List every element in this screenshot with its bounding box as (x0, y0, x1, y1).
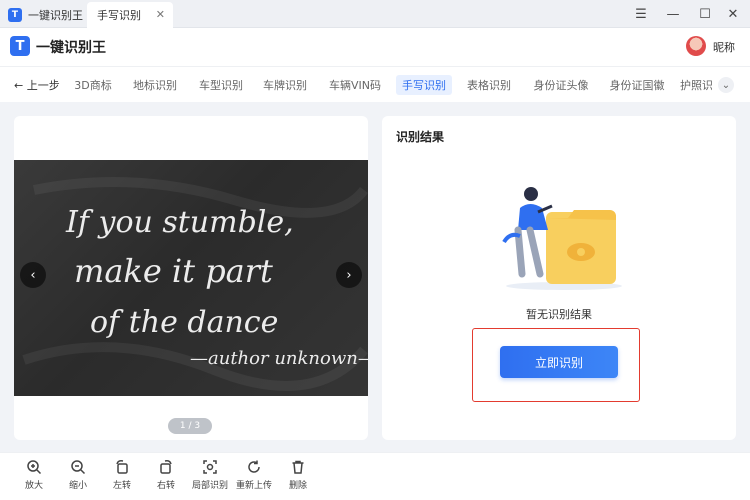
chevron-down-icon[interactable]: ⌄ (718, 77, 734, 93)
function-nav: ← 上一步 3D商标 地标识别 车型识别 车牌识别 车辆VIN码 手写识别 表格… (0, 66, 750, 102)
empty-result-illustration (502, 187, 622, 290)
menu-icon[interactable]: ☰ (624, 0, 658, 28)
app-logo: T (10, 36, 30, 56)
arrow-left-icon: ← (14, 79, 24, 92)
chalk-handwriting: If you stumble, make it part of the danc… (22, 177, 368, 391)
page-indicator: 1 / 3 (168, 418, 212, 434)
tab-handwriting[interactable]: 手写识别 ✕ (87, 2, 173, 28)
prev-image-button[interactable]: ‹ (20, 262, 46, 288)
partial-scan-button[interactable]: 局部识别 (190, 459, 230, 495)
rotate-right-label: 右转 (156, 481, 175, 491)
chalk-line-3: of the dance (90, 305, 278, 340)
avatar[interactable] (686, 36, 706, 56)
back-button[interactable]: ← 上一步 (14, 77, 60, 93)
rotate-left-label: 左转 (112, 481, 131, 491)
nav-item-vin[interactable]: 车辆VIN码 (326, 75, 384, 95)
trash-icon (292, 460, 304, 474)
chalk-line-1: If you stumble, (65, 205, 294, 240)
chevron-right-icon: › (346, 267, 352, 283)
back-label: 上一步 (26, 79, 60, 92)
nav-item-landmark[interactable]: 地标识别 (130, 75, 180, 95)
rotate-left-button[interactable]: 左转 (102, 459, 142, 495)
rotate-right-button[interactable]: 右转 (146, 459, 186, 495)
zoom-in-label: 放大 (24, 481, 43, 491)
nickname[interactable]: 昵称 (713, 39, 735, 55)
chevron-left-icon: ‹ (30, 267, 36, 283)
nav-item-license-plate[interactable]: 车牌识别 (260, 75, 310, 95)
next-image-button[interactable]: › (336, 262, 362, 288)
nav-item-id-portrait[interactable]: 身份证头像 (530, 75, 592, 95)
app-header: T 一键识别王 昵称 (0, 28, 750, 66)
zoom-out-icon (71, 460, 86, 475)
close-window-button[interactable]: ✕ (716, 0, 750, 28)
reupload-button[interactable]: 重新上传 (234, 459, 274, 495)
app-title: 一键识别王 (36, 40, 106, 56)
rotate-left-icon (116, 460, 128, 474)
nav-item-car-model[interactable]: 车型识别 (196, 75, 246, 95)
delete-button[interactable]: 删除 (278, 459, 318, 495)
bottom-toolbar: 放大 缩小 左转 右转 局部识别 重新上传 删除 (0, 452, 750, 500)
image-preview-panel: If you stumble, make it part of the danc… (14, 116, 368, 440)
nav-item-handwriting[interactable]: 手写识别 (396, 75, 452, 95)
recognize-now-button[interactable]: 立即识别 (500, 346, 618, 378)
reupload-label: 重新上传 (235, 481, 272, 491)
tab-handwriting-label: 手写识别 (97, 9, 141, 22)
chalk-line-2: make it part (74, 252, 273, 290)
chalkboard-image: If you stumble, make it part of the danc… (14, 160, 368, 396)
delete-label: 删除 (288, 481, 307, 491)
empty-result-text: 暂无识别结果 (526, 308, 592, 321)
rotate-right-icon (160, 460, 172, 474)
close-tab-icon[interactable]: ✕ (156, 8, 165, 21)
tab-home-label: 一键识别王 (28, 9, 83, 22)
zoom-in-icon (27, 460, 42, 475)
partial-scan-label: 局部识别 (191, 481, 228, 491)
zoom-in-button[interactable]: 放大 (14, 459, 54, 495)
nav-item-3d-trademark[interactable]: 3D商标 (72, 75, 114, 95)
nav-item-id-emblem[interactable]: 身份证国徽 (606, 75, 668, 95)
tab-home[interactable]: T 一键识别王 (8, 2, 83, 28)
minimize-button[interactable]: — (656, 0, 690, 28)
nav-item-passport[interactable]: 护照识 (680, 75, 712, 95)
result-title: 识别结果 (396, 130, 445, 144)
title-bar: T 一键识别王 手写识别 ✕ ☰ — ☐ ✕ (0, 0, 750, 28)
chalk-line-4: —author unknown— (190, 348, 368, 369)
zoom-out-button[interactable]: 缩小 (58, 459, 98, 495)
nav-item-table[interactable]: 表格识别 (464, 75, 514, 95)
app-logo-icon: T (8, 8, 22, 22)
result-panel: 识别结果 暂无识别结果 立即识别 (382, 116, 736, 440)
reupload-icon (248, 460, 260, 473)
zoom-out-label: 缩小 (68, 481, 87, 491)
partial-scan-icon (203, 460, 217, 474)
